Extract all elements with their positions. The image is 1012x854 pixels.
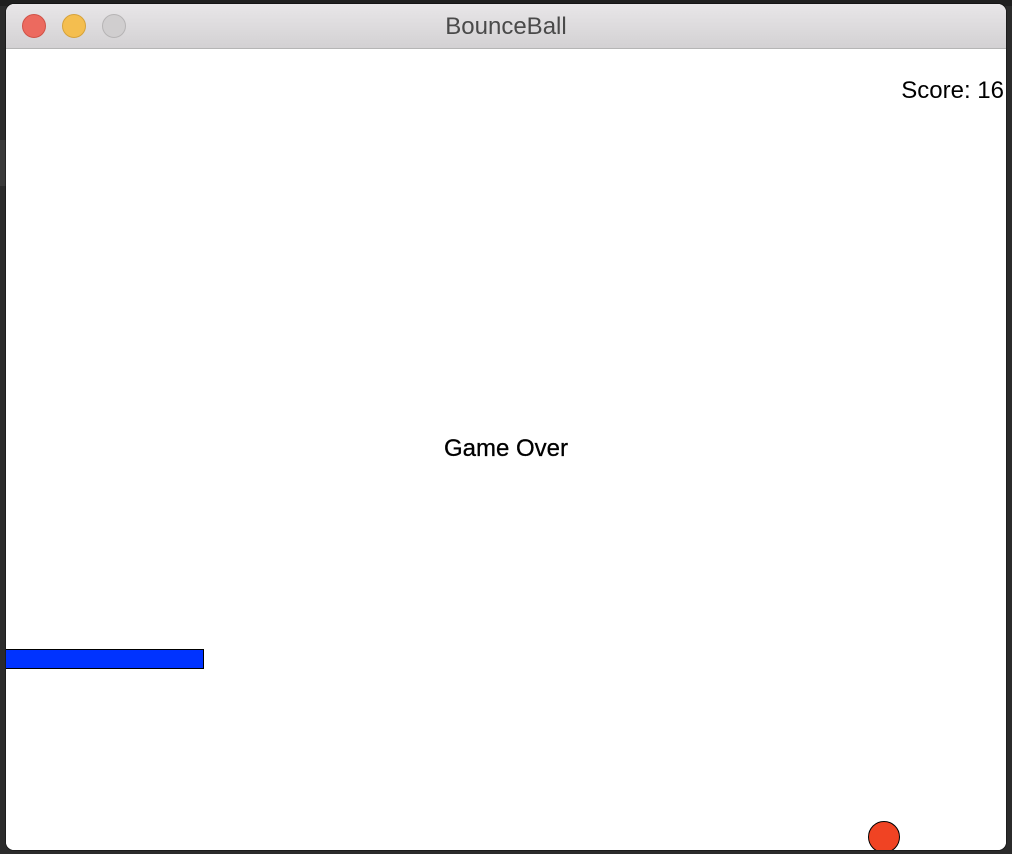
paddle (6, 649, 204, 669)
title-bar[interactable]: BounceBall (6, 4, 1006, 49)
game-over-label: Game Over (443, 435, 569, 462)
app-window: BounceBall Score: 16 Game Over (6, 4, 1006, 850)
ball (868, 821, 900, 850)
game-canvas[interactable]: Score: 16 Game Over (6, 49, 1006, 850)
window-title: BounceBall (445, 13, 567, 40)
score-label: Score: 16 (901, 77, 1004, 104)
